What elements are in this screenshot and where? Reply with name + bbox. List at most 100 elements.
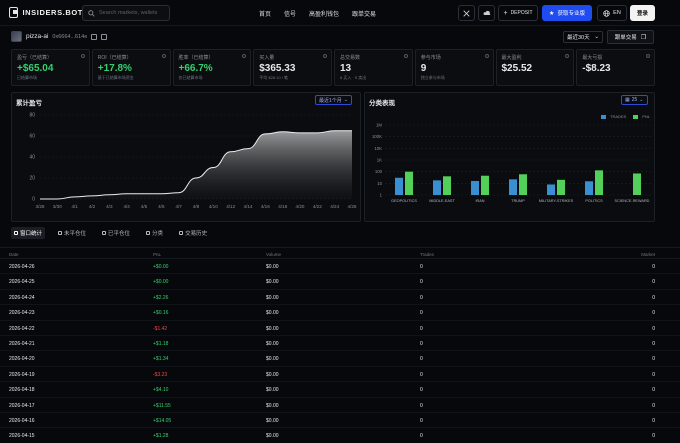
info-icon bbox=[161, 54, 166, 58]
tab-categories[interactable]: 分类 bbox=[143, 227, 166, 239]
row-date: 2026-04-22 bbox=[9, 325, 35, 332]
row-date: 2026-04-15 bbox=[9, 433, 35, 440]
header-pnl[interactable]: PnL bbox=[153, 252, 161, 257]
row-volume: $0.00 bbox=[266, 310, 279, 317]
info-icon bbox=[565, 54, 570, 58]
info-icon bbox=[242, 54, 247, 58]
row-date: 2026-04-17 bbox=[9, 402, 35, 409]
x-tick-label: 4/1 bbox=[71, 204, 78, 209]
x-tick-label: IRAN bbox=[475, 199, 484, 203]
row-trades: 0 bbox=[420, 279, 423, 286]
row-trades: 0 bbox=[420, 387, 423, 394]
language-label: EN bbox=[613, 10, 621, 16]
row-pnl: +$1.34 bbox=[153, 356, 169, 363]
legend-swatch-pnl bbox=[633, 114, 639, 119]
count-label: 25 bbox=[631, 97, 638, 103]
y-tick-label: 100K bbox=[372, 134, 382, 139]
search-input[interactable]: Search markets, wallets bbox=[82, 5, 170, 21]
stat-card-max-win: 最大盈利 $25.52 bbox=[495, 49, 575, 86]
x-tick-label: 4/20 bbox=[296, 204, 305, 209]
globe-icon bbox=[603, 9, 610, 17]
stat-card-max-loss: 最大亏损 -$8.23 bbox=[576, 49, 655, 86]
tab-window-stats[interactable]: 窗口统计 bbox=[11, 227, 46, 239]
row-date: 2026-04-19 bbox=[9, 371, 35, 378]
chevron-down-icon: ⌄ bbox=[343, 97, 348, 103]
y-tick-label: 10K bbox=[374, 146, 382, 151]
stat-value: $25.52 bbox=[501, 63, 533, 74]
row-volume: $0.00 bbox=[266, 387, 279, 394]
row-pnl: +$1.28 bbox=[153, 433, 169, 440]
header-markets[interactable]: Market bbox=[641, 252, 655, 257]
category-bar-chart: 1 10 100 1K 10K 100K 1M GEOPOLITICS MIDDLE-EAST I… bbox=[372, 123, 651, 203]
logo[interactable]: INSIDERS.BOT bbox=[9, 7, 83, 18]
tab-closed-positions[interactable]: 已平仓位 bbox=[99, 227, 133, 239]
row-trades: 0 bbox=[420, 356, 423, 363]
header-date[interactable]: Date bbox=[9, 252, 19, 257]
stat-value: +$65.04 bbox=[17, 63, 54, 74]
copy-trade-button[interactable]: 跟单交易 ❐ bbox=[607, 30, 654, 44]
stat-card-pnl: 盈亏（已结算） +$65.04 已结算市场 bbox=[11, 49, 90, 86]
x-social-button[interactable] bbox=[458, 5, 475, 21]
closed-icon bbox=[102, 231, 107, 235]
header-volume[interactable]: Volume bbox=[266, 252, 281, 257]
copy-trade-label: 跟单交易 bbox=[614, 35, 637, 41]
row-date: 2026-04-25 bbox=[9, 279, 35, 286]
wallet-profile: pizza-ai 0x6664...614e bbox=[11, 31, 108, 42]
avatar bbox=[11, 31, 22, 42]
language-button[interactable]: EN bbox=[597, 5, 627, 21]
period-select[interactable]: 最近30天 ⌄ bbox=[563, 31, 603, 43]
category-count-select[interactable]: ▦ 25 ⌄ bbox=[621, 95, 648, 105]
x-tick-label: 4/12 bbox=[226, 204, 235, 209]
nav-signals[interactable]: 信号 bbox=[284, 9, 296, 18]
x-tick-label: 4/24 bbox=[330, 204, 339, 209]
row-volume: $0.00 bbox=[266, 279, 279, 286]
y-tick-label: 1 bbox=[380, 193, 383, 198]
row-date: 2026-04-21 bbox=[9, 340, 35, 347]
cumulative-pnl-chart: 0 20 40 60 80 3/28 3/30 4/1 4/2 4/3 4/4 4/5 4/6 4/7 4/… bbox=[29, 113, 357, 210]
external-link-icon[interactable] bbox=[101, 33, 108, 40]
nav-top-wallets[interactable]: 高盈利钱包 bbox=[309, 9, 339, 18]
cloud-icon bbox=[483, 10, 490, 15]
copy-icon[interactable] bbox=[91, 33, 98, 40]
stat-sub: 独立参与市场 bbox=[420, 75, 445, 80]
category-performance-panel: 分类表现 ▦ 25 ⌄ TRADES PNL 1 10 100 1K 10K 100K 1M… bbox=[364, 92, 655, 222]
y-tick-label: 100 bbox=[375, 169, 383, 174]
row-volume: $0.00 bbox=[266, 433, 279, 440]
x-tick-label: SCIENCE-REWARD bbox=[615, 199, 650, 203]
stat-sub: 仅已结算市场 bbox=[178, 75, 203, 80]
bar-trades bbox=[471, 180, 479, 195]
bar-pnl bbox=[443, 176, 451, 195]
stat-value: +66.7% bbox=[178, 63, 213, 74]
theme-toggle-button[interactable] bbox=[478, 5, 495, 21]
row-pnl: +$2.26 bbox=[153, 294, 169, 301]
x-tick-label: 4/6 bbox=[158, 204, 165, 209]
nav-home[interactable]: 首页 bbox=[259, 9, 271, 18]
row-trades: 0 bbox=[420, 325, 423, 332]
range-select[interactable]: 最近1个月 ⌄ bbox=[315, 95, 352, 105]
row-volume: $0.00 bbox=[266, 264, 279, 270]
stat-label: 胜率（已结算） bbox=[178, 55, 214, 61]
row-markets: 0 bbox=[652, 402, 655, 409]
nav-copy-trading[interactable]: 跟单交易 bbox=[352, 9, 376, 18]
stat-label: ROI（已结算） bbox=[97, 55, 132, 61]
row-volume: $0.00 bbox=[266, 294, 279, 301]
stat-card-markets: 参与市场 9 独立参与市场 bbox=[414, 49, 494, 86]
tab-open-positions[interactable]: 未平仓位 bbox=[55, 227, 89, 239]
header-trades[interactable]: Trades bbox=[420, 252, 434, 257]
row-markets: 0 bbox=[652, 371, 655, 378]
row-trades: 0 bbox=[420, 264, 423, 270]
x-tick-label: 4/26 bbox=[348, 204, 357, 209]
bar-trades bbox=[395, 177, 403, 195]
deposit-button[interactable]: + DEPOSIT bbox=[498, 5, 538, 21]
panel-title: 累计盈亏 bbox=[16, 100, 42, 107]
get-pro-button[interactable]: ★ 获取专业版 bbox=[542, 5, 592, 21]
login-button[interactable]: 登录 bbox=[630, 5, 655, 21]
position-icon bbox=[58, 231, 63, 235]
x-tick-label: 3/30 bbox=[53, 204, 62, 209]
legend: TRADES PNL bbox=[601, 114, 650, 119]
bar-pnl bbox=[557, 179, 565, 195]
table-row: 2026-04-17 +$11.55 $0.00 0 0 bbox=[0, 398, 680, 413]
x-tick-label: 4/3 bbox=[106, 204, 113, 209]
tab-trade-history[interactable]: 交易历史 bbox=[176, 227, 210, 239]
x-tick-label: MIDDLE-EAST bbox=[429, 199, 455, 203]
